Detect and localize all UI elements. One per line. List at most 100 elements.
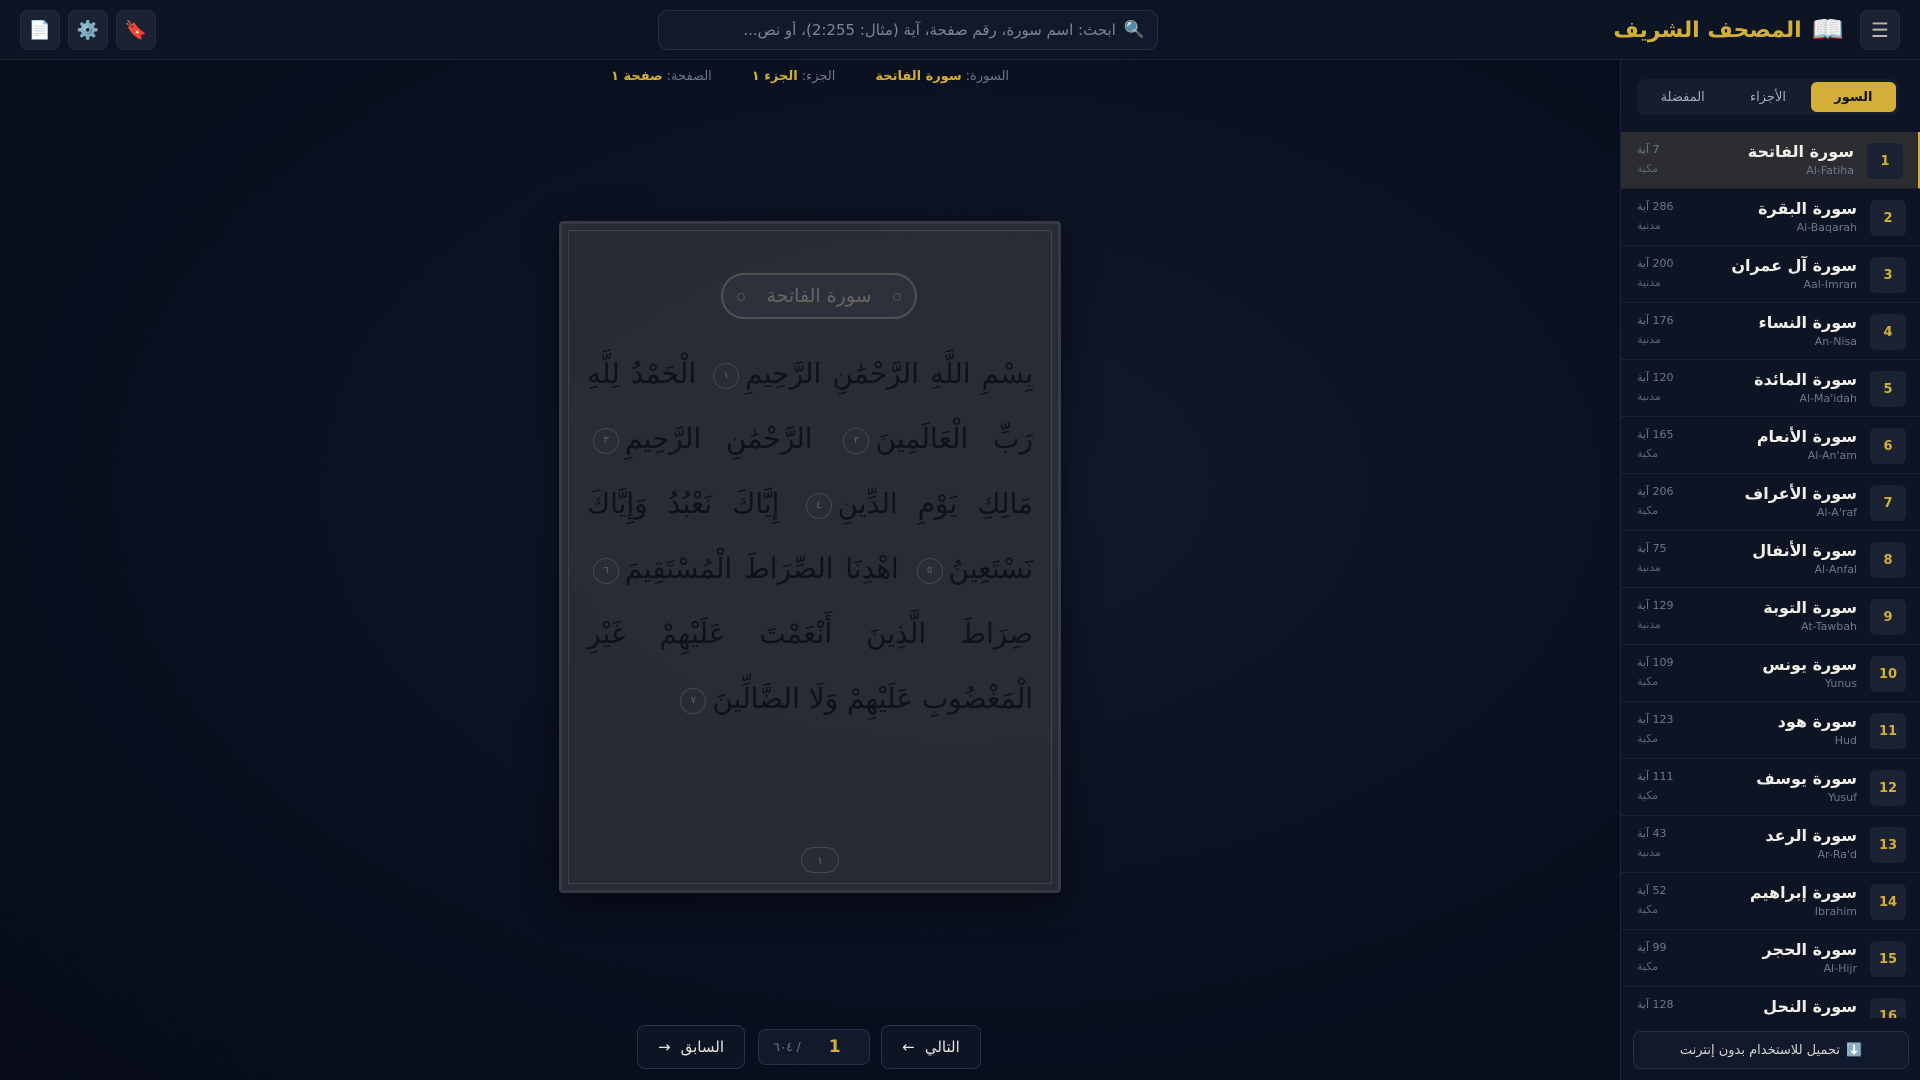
tab-surahs[interactable]: السور	[1810, 82, 1896, 112]
surah-name-english: Al-Fatiha	[1806, 164, 1854, 177]
surah-name-arabic: سورة النحل	[1763, 997, 1857, 1016]
surah-list-item[interactable]: 12 سورة يوسف Yusuf 111 آية مكية	[1621, 759, 1920, 816]
surah-ayah-count: 109 آية	[1637, 656, 1674, 669]
surah-title-frame: سورة الفاتحة	[721, 273, 917, 319]
surah-list-item[interactable]: 10 سورة يونس Yunus 109 آية مكية	[1621, 645, 1920, 702]
sidebar: السور الأجزاء المفضلة 1 سورة الفاتحة Al-Fa…	[1620, 60, 1920, 1080]
surah-revelation-type: مدنية	[1637, 390, 1661, 403]
surah-list-item[interactable]: 3 سورة آل عمران Aal-Imran 200 آية مدنية	[1621, 246, 1920, 303]
surah-revelation-type: مدنية	[1637, 618, 1661, 631]
arrow-left-icon: ←	[902, 1038, 915, 1056]
tab-favorites[interactable]: المفضلة	[1640, 82, 1725, 112]
verse-text: اهْدِنَا الصِّرَاطَ الْمُسْتَقِيمَ	[625, 552, 899, 585]
surah-list[interactable]: 1 سورة الفاتحة Al-Fatiha 7 آية مكية 2 سورة الب…	[1621, 132, 1920, 1018]
ayah-number-marker: ٤	[805, 492, 832, 519]
verse-text: مَالِكِ يَوْمِ الدِّينِ	[837, 487, 1033, 520]
surah-list-item[interactable]: 7 سورة الأعراف Al-A'raf 206 آية مكية	[1621, 474, 1920, 531]
frame-ornament-icon	[737, 293, 745, 301]
bookmark-icon[interactable]: 🔖	[116, 10, 156, 50]
surah-name-english: Al-Hijr	[1823, 962, 1857, 975]
app-title: المصحف الشريف	[1613, 17, 1802, 43]
surah-name-arabic: سورة الحجر	[1762, 940, 1858, 959]
book-icon: 📖	[1811, 15, 1844, 45]
surah-ayah-count: 7 آية	[1637, 143, 1660, 156]
surah-revelation-type: مكية	[1637, 675, 1659, 688]
surah-name-english: Yusuf	[1827, 791, 1857, 804]
surah-list-item[interactable]: 4 سورة النساء An-Nisa 176 آية مدنية	[1621, 303, 1920, 360]
surah-name-arabic: سورة الرعد	[1765, 826, 1857, 845]
surah-name-arabic: سورة يوسف	[1756, 769, 1857, 788]
surah-ayah-count: 120 آية	[1637, 371, 1674, 384]
download-icon: ⬇️	[1845, 1042, 1863, 1058]
surah-revelation-type: مدنية	[1637, 276, 1661, 289]
surah-name-arabic: سورة الأنعام	[1756, 427, 1857, 446]
page-number-box: / ٦٠٤	[758, 1029, 870, 1065]
top-header: ☰ 📖 المصحف الشريف 🔍 🔖 ⚙️ 📄	[0, 0, 1920, 60]
surah-list-item[interactable]: 16 سورة النحل 128 آية	[1621, 987, 1920, 1018]
ayah-number-marker: ١	[713, 362, 740, 389]
surah-list-item[interactable]: 2 سورة البقرة Al-Baqarah 286 آية مدنية	[1621, 189, 1920, 246]
surah-name-arabic: سورة البقرة	[1758, 199, 1857, 218]
search-input[interactable]	[671, 21, 1116, 39]
page-view-icon[interactable]: 📄	[20, 10, 60, 50]
surah-name-arabic: سورة الأنفال	[1752, 541, 1857, 560]
info-juz-value: الجزء ١	[751, 69, 798, 84]
surah-name-arabic: سورة الفاتحة	[1747, 142, 1854, 161]
verse-text: الرَّحْمَٰنِ الرَّحِيمِ	[625, 422, 813, 455]
surah-revelation-type: مكية	[1637, 789, 1659, 802]
arrow-right-icon: →	[658, 1038, 671, 1056]
surah-name-english: Al-A'raf	[1817, 506, 1857, 519]
surah-ayah-count: 176 آية	[1637, 314, 1674, 327]
surah-revelation-type: مكية	[1637, 732, 1659, 745]
surah-number: 16	[1870, 998, 1906, 1018]
info-page: الصفحة: صفحة ١	[611, 69, 712, 89]
surah-ayah-count: 128 آية	[1637, 998, 1674, 1011]
surah-name-english: Al-Anfal	[1814, 563, 1857, 576]
next-page-button[interactable]: التالي ←	[881, 1025, 981, 1069]
surah-number: 12	[1870, 770, 1906, 806]
previous-page-button[interactable]: السابق →	[637, 1025, 745, 1069]
menu-icon[interactable]: ☰	[1860, 10, 1900, 50]
info-surah-value: سورة الفاتحة	[875, 69, 962, 84]
surah-number: 15	[1870, 941, 1906, 977]
surah-list-item[interactable]: 13 سورة الرعد Ar-Ra'd 43 آية مدنية	[1621, 816, 1920, 873]
surah-number: 5	[1870, 371, 1906, 407]
surah-name-english: Yunus	[1824, 677, 1857, 690]
surah-number: 13	[1870, 827, 1906, 863]
mushaf-page-border: سورة الفاتحة بِسْمِ اللَّهِ الرَّحْمَٰنِ…	[568, 230, 1052, 884]
page-number-input[interactable]	[814, 1037, 855, 1057]
surah-ayah-count: 99 آية	[1637, 941, 1667, 954]
offline-download-button[interactable]: ⬇️ تحميل للاستخدام بدون إنترنت	[1633, 1031, 1909, 1069]
surah-ayah-count: 111 آية	[1637, 770, 1674, 783]
surah-list-item[interactable]: 6 سورة الأنعام Al-An'am 165 آية مكية	[1621, 417, 1920, 474]
surah-ayah-count: 129 آية	[1637, 599, 1674, 612]
tab-juz[interactable]: الأجزاء	[1725, 82, 1810, 112]
surah-list-item[interactable]: 1 سورة الفاتحة Al-Fatiha 7 آية مكية	[1621, 132, 1920, 189]
surah-list-item[interactable]: 11 سورة هود Hud 123 آية مكية	[1621, 702, 1920, 759]
surah-name-arabic: سورة المائدة	[1754, 370, 1857, 389]
surah-number: 10	[1870, 656, 1906, 692]
surah-revelation-type: مدنية	[1637, 333, 1661, 346]
download-label: تحميل للاستخدام بدون إنترنت	[1679, 1042, 1840, 1058]
surah-name-english: Ibrahim	[1814, 905, 1857, 918]
sidebar-tabs: السور الأجزاء المفضلة	[1637, 79, 1899, 115]
surah-number: 1	[1867, 143, 1903, 179]
previous-label: السابق	[680, 1038, 724, 1056]
surah-list-item[interactable]: 15 سورة الحجر Al-Hijr 99 آية مكية	[1621, 930, 1920, 987]
surah-list-item[interactable]: 5 سورة المائدة Al-Ma'idah 120 آية مدنية	[1621, 360, 1920, 417]
surah-number: 9	[1870, 599, 1906, 635]
info-surah-label: السورة:	[965, 69, 1010, 84]
surah-name-arabic: سورة يونس	[1762, 655, 1857, 674]
surah-revelation-type: مكية	[1637, 903, 1659, 916]
info-page-value: صفحة ١	[610, 69, 663, 84]
surah-revelation-type: مدنية	[1637, 846, 1661, 859]
verses-text: بِسْمِ اللَّهِ الرَّحْمَٰنِ الرَّحِيمِ١ …	[587, 341, 1033, 731]
surah-number: 3	[1870, 257, 1906, 293]
settings-gear-icon[interactable]: ⚙️	[68, 10, 108, 50]
surah-ayah-count: 123 آية	[1637, 713, 1674, 726]
surah-list-item[interactable]: 9 سورة التوبة At-Tawbah 129 آية مدنية	[1621, 588, 1920, 645]
verse-text: صِرَاطَ الَّذِينَ أَنْعَمْتَ عَلَيْهِمْ …	[587, 617, 1033, 715]
surah-name-english: At-Tawbah	[1801, 620, 1857, 633]
surah-list-item[interactable]: 14 سورة إبراهيم Ibrahim 52 آية مكية	[1621, 873, 1920, 930]
surah-list-item[interactable]: 8 سورة الأنفال Al-Anfal 75 آية مدنية	[1621, 531, 1920, 588]
